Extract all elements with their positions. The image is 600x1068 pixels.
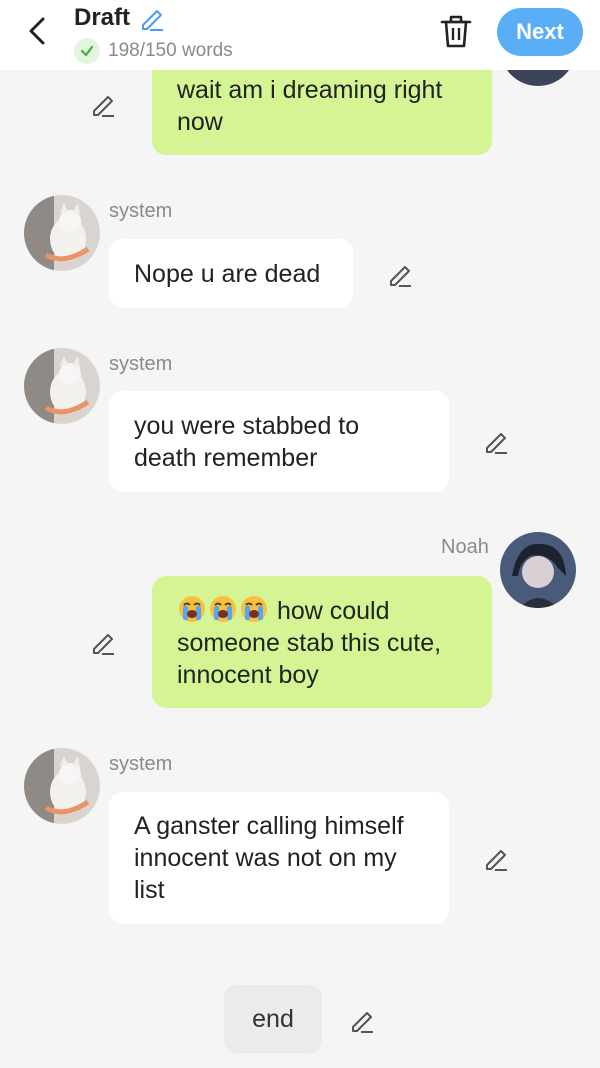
- message-bubble-system[interactable]: A ganster calling himself innocent was n…: [109, 792, 449, 924]
- word-count: 198/150 words: [108, 40, 233, 61]
- edit-end-icon[interactable]: [347, 1005, 377, 1035]
- word-count-status: 198/150 words: [74, 38, 233, 64]
- sender-name: system: [109, 200, 173, 222]
- edit-message-icon[interactable]: [481, 843, 511, 873]
- edit-message-icon[interactable]: [88, 89, 118, 119]
- edit-message-icon[interactable]: [88, 627, 118, 657]
- message-bubble-system[interactable]: Nope u are dead: [109, 239, 353, 308]
- sender-name: Noah: [441, 536, 489, 558]
- chat-area: wait am i dreaming right now system Nope…: [0, 0, 600, 1068]
- check-icon: [74, 38, 100, 64]
- edit-title-icon[interactable]: [138, 5, 166, 33]
- sender-name: system: [109, 753, 173, 775]
- trash-icon: [440, 15, 472, 48]
- message-bubble-user[interactable]: wait am i dreaming right now: [152, 60, 492, 155]
- back-button[interactable]: [20, 14, 54, 48]
- message-bubble-user[interactable]: how could someone stab this cute, innoce…: [152, 576, 492, 708]
- delete-button[interactable]: [438, 12, 474, 50]
- loudly-crying-face-icon: [177, 594, 207, 624]
- page-title: Draft: [74, 4, 131, 31]
- avatar-system: [24, 748, 100, 824]
- edit-message-icon[interactable]: [385, 259, 415, 289]
- loudly-crying-face-icon: [239, 594, 269, 624]
- avatar-system: [24, 348, 100, 424]
- edit-message-icon[interactable]: [481, 426, 511, 456]
- avatar-system: [24, 195, 100, 271]
- end-button[interactable]: end: [224, 985, 322, 1053]
- loudly-crying-face-icon: [208, 594, 238, 624]
- top-bar: Draft 198/150 words Next: [0, 0, 600, 70]
- sender-name: system: [109, 353, 173, 375]
- chevron-left-icon: [29, 17, 45, 45]
- avatar-noah: [500, 532, 576, 608]
- message-bubble-system[interactable]: you were stabbed to death remember: [109, 391, 449, 492]
- next-button[interactable]: Next: [497, 8, 583, 56]
